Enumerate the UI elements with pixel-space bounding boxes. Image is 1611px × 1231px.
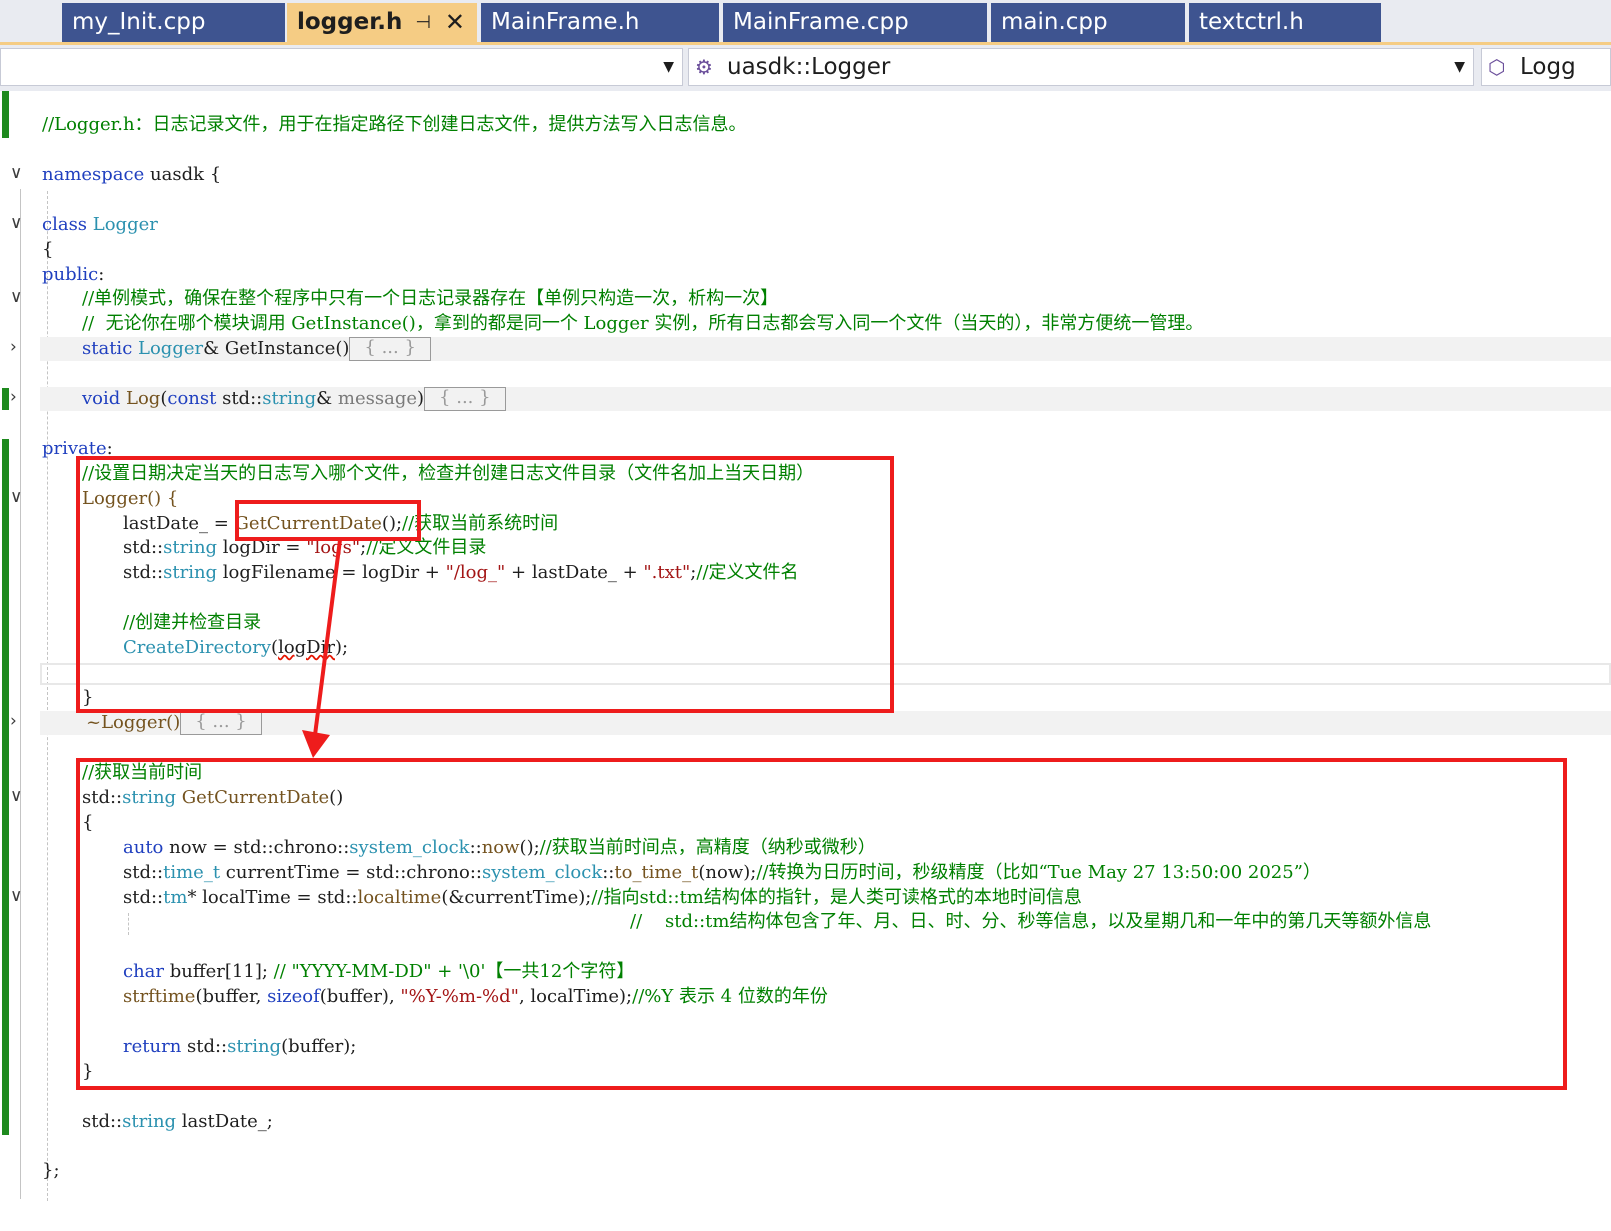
tab-label: textctrl.h	[1199, 9, 1304, 35]
code-line: {	[42, 239, 54, 260]
collapsed-block-button[interactable]: { ... }	[180, 711, 262, 735]
tab-label: my_Init.cpp	[72, 9, 206, 35]
expand-chevron-icon[interactable]: ›	[10, 387, 17, 407]
tab-mainframe-cpp[interactable]: MainFrame.cpp	[723, 3, 987, 42]
code-line: namespace uasdk {	[42, 164, 222, 185]
code-line: public:	[42, 264, 105, 285]
close-icon[interactable]: ✕	[445, 3, 465, 42]
collapse-chevron-icon[interactable]: ∨	[10, 213, 22, 233]
annotation-box-constructor	[76, 456, 894, 713]
code-line: class Logger	[42, 214, 158, 235]
change-bar	[2, 439, 9, 1135]
expand-chevron-icon[interactable]: ›	[10, 337, 17, 357]
tab-strip: my_Init.cpp logger.h ⊣ ✕ MainFrame.h Mai…	[0, 0, 1611, 45]
code-line: };	[42, 1160, 60, 1181]
code-line: //单例模式，确保在整个程序中只有一个日志记录器存在【单例只构造一次，析构一次】	[82, 288, 779, 309]
collapse-chevron-icon[interactable]: ∨	[10, 886, 22, 906]
tab-my-init-cpp[interactable]: my_Init.cpp	[62, 3, 285, 42]
code-line: static Logger& GetInstance(){ ... }	[82, 336, 431, 361]
code-line: // 无论你在哪个模块调用 GetInstance()，拿到的都是同一个 Log…	[82, 313, 1204, 334]
locked-class-icon: ⬡	[1488, 55, 1506, 79]
tab-label: MainFrame.cpp	[733, 9, 909, 35]
symbol-dropdown[interactable]: ⬡ Logg	[1481, 48, 1611, 86]
class-icon: ⚙	[695, 55, 713, 79]
annotation-box-getcurrentdate-call	[235, 500, 421, 541]
chevron-down-icon[interactable]: ▼	[663, 49, 674, 85]
collapsed-block-button[interactable]: { ... }	[424, 387, 506, 411]
annotation-box-getcurrentdate-def	[76, 758, 1567, 1090]
tab-logger-h[interactable]: logger.h ⊣ ✕	[287, 3, 477, 42]
code-line: ~Logger(){ ... }	[86, 710, 262, 735]
tab-main-cpp[interactable]: main.cpp	[991, 3, 1185, 42]
chevron-down-icon[interactable]: ▼	[1454, 49, 1465, 85]
expand-chevron-icon[interactable]: ›	[10, 711, 17, 731]
code-line: std::string lastDate_;	[82, 1111, 273, 1132]
member-dropdown[interactable]: ⚙ uasdk::Logger ▼	[688, 48, 1474, 86]
tab-label: main.cpp	[1001, 9, 1108, 35]
code-line: void Log(const std::string& message){ ..…	[82, 386, 506, 411]
tab-label: MainFrame.h	[491, 9, 640, 35]
pin-icon[interactable]: ⊣	[415, 3, 431, 42]
member-value: uasdk::Logger	[727, 54, 891, 80]
collapse-chevron-icon[interactable]: ∨	[10, 287, 22, 307]
code-line: //Logger.h：日志记录文件，用于在指定路径下创建日志文件，提供方法写入日…	[42, 114, 747, 135]
collapsed-block-button[interactable]: { ... }	[349, 337, 431, 361]
change-bar	[2, 388, 9, 410]
tab-mainframe-h[interactable]: MainFrame.h	[481, 3, 719, 42]
collapse-chevron-icon[interactable]: ∨	[10, 786, 22, 806]
change-bar	[2, 91, 9, 138]
collapse-chevron-icon[interactable]: ∨	[10, 163, 22, 183]
outline-line	[20, 189, 21, 1199]
scope-dropdown[interactable]: ▼	[0, 48, 683, 86]
tab-label: logger.h	[297, 9, 403, 35]
navigation-bar: ▼ ⚙ uasdk::Logger ▼ ⬡ Logg	[0, 45, 1611, 91]
collapse-chevron-icon[interactable]: ∨	[10, 487, 22, 507]
collapsed-region-bg	[40, 711, 1611, 735]
tab-textctrl-h[interactable]: textctrl.h	[1189, 3, 1381, 42]
symbol-value: Logg	[1520, 54, 1576, 80]
